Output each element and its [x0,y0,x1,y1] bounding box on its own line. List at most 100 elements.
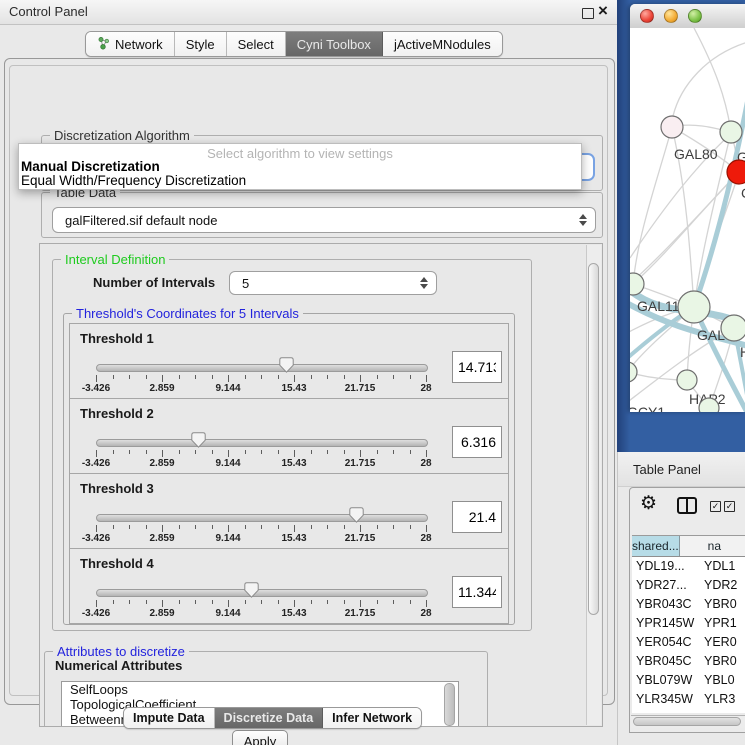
network-node[interactable] [699,398,719,412]
control-panel-titlebar: Control Panel × [0,0,617,25]
number-of-intervals-value: 5 [242,272,249,294]
slider-thumb[interactable] [191,432,206,448]
number-of-intervals-combobox[interactable]: 5 [229,271,437,295]
network-canvas[interactable]: GAL80GALCGAL11GAL4GCY1HHAP2 [630,28,745,412]
slider-tick-labels: -3.4262.8599.14415.4321.71528 [96,458,426,470]
tab-select[interactable]: Select [227,32,286,56]
network-node-gal[interactable] [720,121,742,143]
slider-track[interactable] [96,439,428,447]
network-node-gcy1[interactable] [630,362,637,382]
interval-definition-title: Interval Definition [61,252,169,267]
checkbox-icon[interactable]: ✓ [724,501,735,512]
cell-name: YPR1 [697,614,737,633]
table-panel-title: Table Panel [633,452,701,486]
network-node-h[interactable] [721,315,745,341]
tab-label: Style [186,37,215,52]
cell-name: YBR0 [697,595,737,614]
threshold-slider[interactable]: -3.4262.8599.14415.4321.71528 [96,399,426,473]
table-row[interactable]: YPR145WYPR1 [632,614,745,633]
tab-infer-network[interactable]: Infer Network [323,708,421,728]
slider-thumb[interactable] [349,507,364,523]
cell-shared-name: YLR345W [632,690,697,709]
float-window-icon[interactable] [582,8,594,19]
table-panel-card: ⚙ ✓ ✓ shared... na YDL19...YDL1YDR27...Y… [629,487,745,733]
slider-ticks [96,375,426,383]
network-window-titlebar [630,4,745,29]
attributes-list-scrollbar[interactable] [444,683,455,726]
tab-label: Discretize Data [224,711,314,725]
table-row[interactable]: YBR043CYBR0 [632,595,745,614]
threshold-slider[interactable]: -3.4262.8599.14415.4321.71528 [96,324,426,398]
cell-shared-name: YDL19... [632,557,697,576]
combo-spinner-icon[interactable] [579,214,587,226]
table-row[interactable]: YIL052CYIL0 [632,709,745,713]
checkbox-icon[interactable]: ✓ [710,501,721,512]
threshold-value-input[interactable] [452,426,502,458]
slider-thumb[interactable] [279,357,294,373]
threshold-value-input[interactable] [452,576,502,608]
table-row[interactable]: YDR27...YDR2 [632,576,745,595]
popup-option-equal-width-frequency[interactable]: Equal Width/Frequency Discretization [21,173,246,188]
column-layout-icon[interactable] [677,497,697,514]
table-row[interactable]: YBR045CYBR0 [632,652,745,671]
tab-style[interactable]: Style [175,32,227,56]
network-node-label: GAL80 [674,146,718,162]
tab-impute-data[interactable]: Impute Data [124,708,215,728]
network-canvas-svg: GAL80GALCGAL11GAL4GCY1HHAP2 [630,28,745,412]
slider-track[interactable] [96,364,428,372]
combo-spinner-icon[interactable] [420,277,428,289]
tab-jactivemnodules[interactable]: jActiveMNodules [383,32,502,56]
threshold-stack: Threshold 1 -3.4262.8599.14415.4321.7152… [69,324,509,624]
window-zoom-button[interactable] [688,9,702,23]
table-row[interactable]: YBL079WYBL0 [632,671,745,690]
slider-thumb[interactable] [244,582,259,598]
slider-tick-labels: -3.4262.8599.14415.4321.71528 [96,383,426,395]
network-node-gal80[interactable] [661,116,683,138]
threshold-value-input[interactable] [452,351,502,383]
cell-name: YDR2 [697,576,737,595]
table-row[interactable]: YER054CYER0 [632,633,745,652]
popup-option-manual-discretization[interactable]: Manual Discretization [21,159,160,174]
interval-definition-group: Interval Definition Number of Intervals … [52,259,532,631]
thresholds-coordinates-title: Threshold's Coordinates for 5 Intervals [72,306,303,321]
threshold-row: Threshold 3 -3.4262.8599.14415.4321.7152… [69,473,509,549]
table-row[interactable]: YDL19...YDL1 [632,557,745,576]
table-panel-titlebar: Table Panel [618,452,745,487]
threshold-slider[interactable]: -3.4262.8599.14415.4321.71528 [96,549,426,623]
table-data-group: Table Data galFiltered.sif default node [41,192,603,238]
table-row[interactable]: YLR345WYLR3 [632,690,745,709]
window-minimize-button[interactable] [664,9,678,23]
column-header-shared-name[interactable]: shared... [632,536,680,556]
gear-icon[interactable]: ⚙ [640,494,657,513]
cell-shared-name: YDR27... [632,576,697,595]
tab-network[interactable]: Network [86,32,175,56]
tab-label: Impute Data [133,711,205,725]
network-node-label: GCY1 [630,404,665,412]
threshold-value-input[interactable] [452,501,502,533]
table-data-combobox[interactable]: galFiltered.sif default node [52,207,596,233]
table-rows: YDL19...YDL1YDR27...YDR2YBR043CYBR0YPR14… [632,557,745,713]
attribute-item-selfloops[interactable]: SelfLoops [62,682,458,697]
slider-track[interactable] [96,514,428,522]
apply-button[interactable]: Apply [232,730,288,745]
table-hscrollbar-thumb[interactable] [633,717,741,726]
window-close-button[interactable] [640,9,654,23]
close-icon[interactable]: × [598,1,608,21]
threshold-slider[interactable]: -3.4262.8599.14415.4321.71528 [96,474,426,548]
discretization-algorithm-title: Discretization Algorithm [50,128,194,143]
viewport-scrollbar[interactable] [586,245,601,725]
slider-track[interactable] [96,589,428,597]
column-header-name[interactable]: na [680,536,745,556]
table-horizontal-scrollbar[interactable] [631,715,745,728]
tab-label: Network [115,37,163,52]
viewport-scrollbar-thumb[interactable] [588,263,599,615]
network-node-c[interactable] [727,160,745,184]
tab-discretize-data[interactable]: Discretize Data [215,708,324,728]
tab-label: Infer Network [332,711,412,725]
network-node-gal4[interactable] [678,291,710,323]
top-tab-bar: Network Style Select Cyni ToolboxjActiveMNo… [85,31,503,57]
cyni-toolbox-panel: Discretization Algorithm Table Data galF… [4,58,615,705]
tab-cyni-toolbox[interactable]: Cyni Toolbox [286,32,383,56]
tab-label: Select [238,37,274,52]
network-node-hap2[interactable] [677,370,697,390]
